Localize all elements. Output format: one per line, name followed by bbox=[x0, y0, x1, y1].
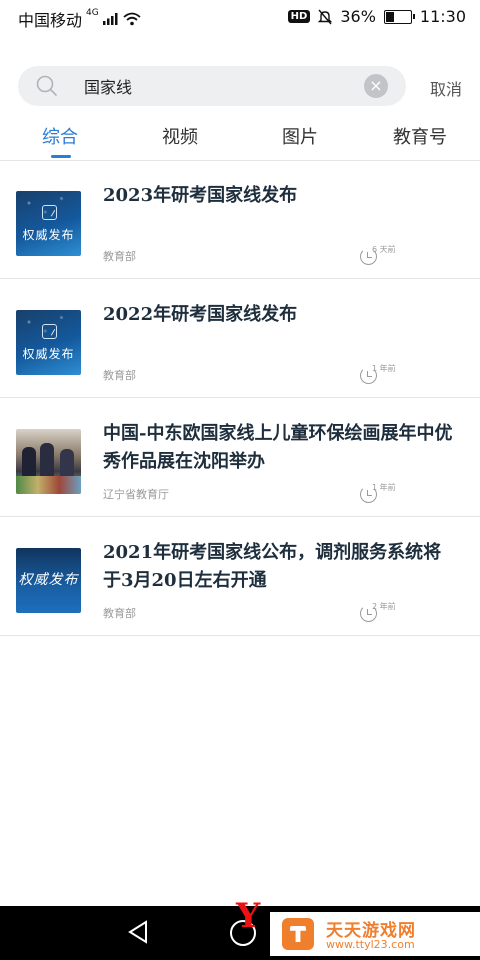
result-tabs: 综合 视频 图片 教育号 bbox=[0, 110, 480, 161]
watermark-url: www.ttyl23.com bbox=[326, 938, 415, 951]
result-time: 2 年前 bbox=[360, 601, 420, 623]
network-type: 4G bbox=[86, 8, 99, 18]
watermark-glyph-icon: Y bbox=[236, 896, 261, 936]
result-title: 中国-中东欧国家线上儿童环保绘画展年中优秀作品展在沈阳举办 bbox=[103, 423, 453, 472]
search-bar: × 取消 bbox=[0, 66, 480, 106]
tab-video[interactable]: 视频 bbox=[140, 123, 220, 149]
list-item[interactable]: 权威发布 2021年研考国家线公布，调剂服务系统将于3月20日左右开通 教育部 … bbox=[0, 517, 480, 636]
search-box[interactable]: × bbox=[18, 66, 406, 106]
battery-percent: 36% bbox=[340, 7, 376, 26]
tab-comprehensive[interactable]: 综合 bbox=[20, 123, 100, 149]
thumbnail: 权威发布 bbox=[16, 548, 81, 613]
tab-education-accounts[interactable]: 教育号 bbox=[380, 123, 460, 149]
signal-icon bbox=[102, 13, 118, 25]
thumbnail: 权威发布 bbox=[16, 191, 81, 256]
thumbnail: 权威发布 bbox=[16, 310, 81, 375]
close-icon: × bbox=[369, 76, 383, 95]
list-item[interactable]: 权威发布 2022年研考国家线发布 教育部 1 年前 bbox=[0, 279, 480, 398]
status-bar: 中国移动 4G HD 36% 11:30 bbox=[0, 0, 480, 34]
result-source: 辽宁省教育厅 bbox=[103, 488, 169, 501]
battery-icon bbox=[383, 9, 415, 24]
watermark: 天天游戏网 www.ttyl23.com bbox=[270, 912, 480, 956]
result-title: 2021年研考国家线公布，调剂服务系统将于3月20日左右开通 bbox=[103, 542, 442, 591]
result-source: 教育部 bbox=[103, 250, 136, 263]
list-item[interactable]: 中国-中东欧国家线上儿童环保绘画展年中优秀作品展在沈阳举办 辽宁省教育厅 1 年… bbox=[0, 398, 480, 517]
wifi-icon bbox=[123, 12, 141, 26]
list-item[interactable]: 权威发布 2023年研考国家线发布 教育部 6 天前 bbox=[0, 160, 480, 279]
mute-icon bbox=[318, 9, 333, 24]
thumbnail-photo bbox=[16, 429, 81, 494]
result-source: 教育部 bbox=[103, 607, 136, 620]
clear-search-button[interactable]: × bbox=[364, 74, 388, 98]
clock: 11:30 bbox=[419, 7, 466, 26]
result-list: 权威发布 2023年研考国家线发布 教育部 6 天前 权威发布 2022年研考国… bbox=[0, 160, 480, 636]
tab-images[interactable]: 图片 bbox=[260, 123, 340, 149]
cancel-button[interactable]: 取消 bbox=[430, 76, 462, 100]
result-time: 6 天前 bbox=[360, 244, 420, 266]
carrier-label: 中国移动 bbox=[18, 11, 83, 30]
hd-badge: HD bbox=[287, 10, 311, 23]
result-time: 1 年前 bbox=[360, 363, 420, 385]
search-input[interactable] bbox=[82, 75, 346, 96]
active-tab-indicator bbox=[51, 155, 71, 158]
result-source: 教育部 bbox=[103, 369, 136, 382]
search-icon bbox=[36, 75, 58, 97]
result-title: 2023年研考国家线发布 bbox=[103, 185, 298, 206]
back-icon[interactable] bbox=[127, 920, 149, 944]
result-time: 1 年前 bbox=[360, 482, 420, 504]
result-title: 2022年研考国家线发布 bbox=[103, 304, 298, 325]
watermark-logo-icon bbox=[282, 918, 314, 950]
